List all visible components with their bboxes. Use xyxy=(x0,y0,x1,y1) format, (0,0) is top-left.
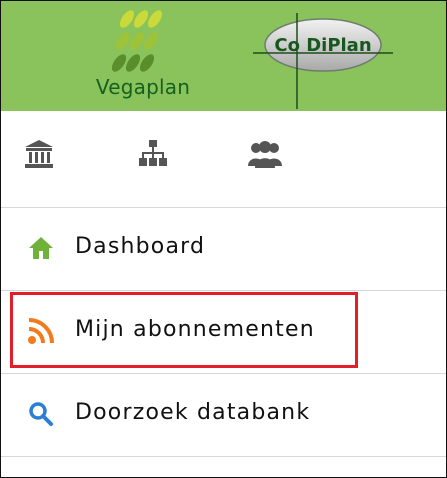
leaf-logo-icon xyxy=(111,10,163,72)
sidebar-menu: Dashboard Mijn abonnementen Doorzoek dat… xyxy=(1,208,446,457)
home-icon xyxy=(27,234,55,262)
sitemap-icon[interactable] xyxy=(137,138,169,170)
bank-icon[interactable] xyxy=(23,138,55,170)
menu-item-doorzoek-databank[interactable]: Doorzoek databank xyxy=(1,374,446,457)
codiplan-logo-text: Co DiPlan xyxy=(274,35,372,56)
codiplan-emblem-icon xyxy=(253,13,393,109)
menu-item-mijn-abonnementen[interactable]: Mijn abonnementen xyxy=(1,291,446,374)
menu-item-dashboard[interactable]: Dashboard xyxy=(1,208,446,291)
menu-item-label: Doorzoek databank xyxy=(75,400,311,425)
vegaplan-logo-text: Vegaplan xyxy=(95,75,191,99)
rss-icon xyxy=(27,317,55,345)
menu-item-label: Mijn abonnementen xyxy=(75,317,315,342)
top-nav-icons xyxy=(1,112,446,208)
users-icon[interactable] xyxy=(247,138,282,170)
codiplan-logo[interactable]: Co DiPlan xyxy=(253,13,393,109)
vegaplan-logo[interactable]: Vegaplan xyxy=(83,7,203,107)
header: Vegaplan Co DiPlan xyxy=(1,1,446,111)
search-icon xyxy=(27,400,55,428)
menu-item-label: Dashboard xyxy=(75,234,206,259)
